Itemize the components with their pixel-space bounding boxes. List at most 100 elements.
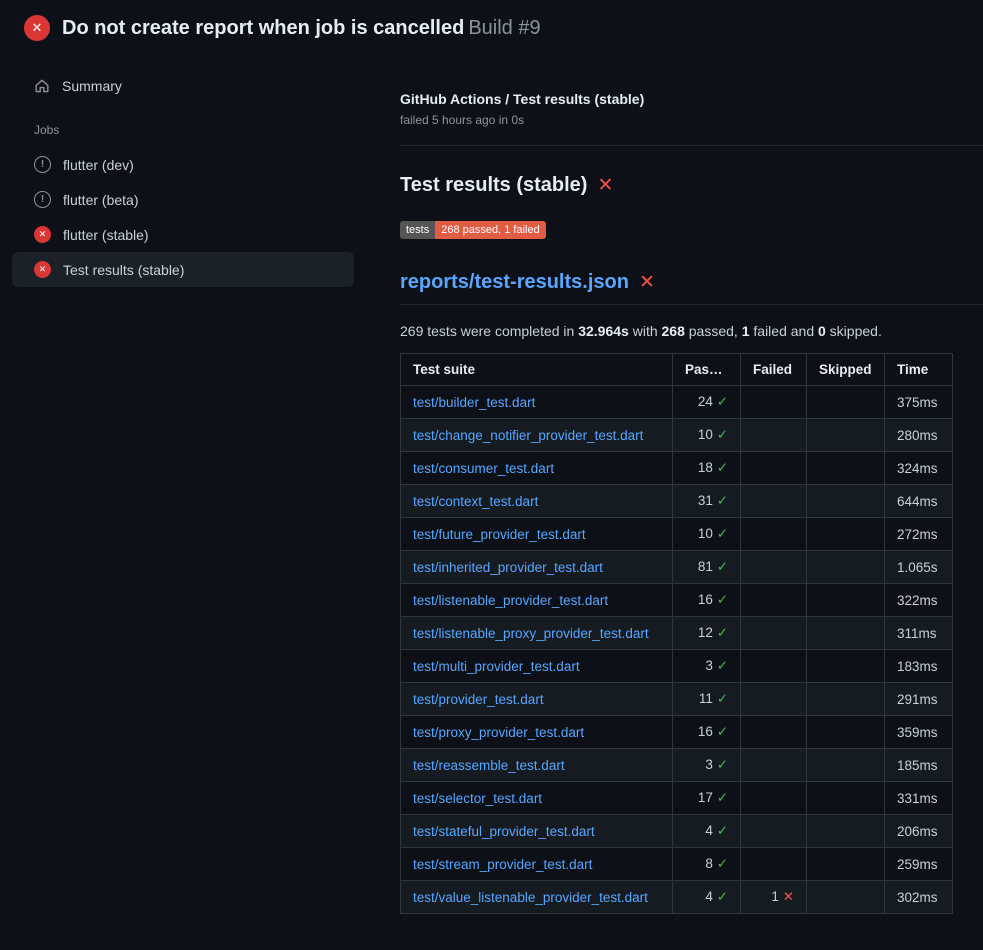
check-icon: ✓ (717, 724, 728, 739)
cell-failed (741, 485, 807, 518)
cell-time: 272ms (885, 518, 953, 551)
cell-test-suite: test/proxy_provider_test.dart (401, 716, 673, 749)
section-title-row: Test results (stable) ✕ (400, 174, 983, 197)
cell-time: 291ms (885, 683, 953, 716)
cell-failed (741, 782, 807, 815)
test-suite-link[interactable]: test/listenable_provider_test.dart (413, 593, 608, 608)
cell-skipped (807, 683, 885, 716)
test-suite-link[interactable]: test/multi_provider_test.dart (413, 659, 580, 674)
job-label: flutter (beta) (63, 192, 138, 208)
cell-skipped (807, 386, 885, 419)
table-row: test/proxy_provider_test.dart16 ✓359ms (401, 716, 953, 749)
test-suite-link[interactable]: test/reassemble_test.dart (413, 758, 565, 773)
test-suite-link[interactable]: test/provider_test.dart (413, 692, 544, 707)
cell-time: 183ms (885, 650, 953, 683)
badge-label: tests (400, 221, 435, 239)
failed-x-circle-icon: ✕ (24, 15, 50, 41)
count-value: 1 (771, 889, 782, 904)
run-header: ✕ Do not create report when job is cance… (0, 0, 983, 51)
sidebar-item-summary[interactable]: Summary (12, 69, 354, 103)
cell-skipped (807, 452, 885, 485)
failed-x-icon: ✕ (639, 273, 655, 292)
cell-skipped (807, 881, 885, 914)
table-row: test/selector_test.dart 17 ✓ 331ms (401, 782, 953, 815)
report-heading-row: reports/test-results.json ✕ (400, 271, 983, 305)
cell-passed: 17 ✓ (673, 782, 741, 815)
sidebar-item-job[interactable]: ✕flutter (stable) (12, 217, 354, 252)
check-icon: ✓ (717, 691, 728, 706)
check-icon: ✓ (717, 592, 728, 607)
count-value: 10 (698, 526, 717, 541)
cell-skipped (807, 419, 885, 452)
cell-passed: 10 ✓ (673, 518, 741, 551)
cell-test-suite: test/listenable_proxy_provider_test.dart (401, 617, 673, 650)
count-value: 3 (705, 658, 716, 673)
column-header-skipped: Skipped (807, 354, 885, 386)
cell-failed (741, 419, 807, 452)
cell-test-suite: test/inherited_provider_test.dart (401, 551, 673, 584)
test-suite-link[interactable]: test/stream_provider_test.dart (413, 857, 592, 872)
cell-test-suite: test/listenable_provider_test.dart (401, 584, 673, 617)
test-suite-link[interactable]: test/value_listenable_provider_test.dart (413, 890, 648, 905)
cell-failed (741, 848, 807, 881)
cell-time: 331ms (885, 782, 953, 815)
cell-test-suite: test/stateful_provider_test.dart (401, 815, 673, 848)
cell-failed (741, 452, 807, 485)
sidebar-summary-label: Summary (62, 78, 122, 94)
cell-passed: 31 ✓ (673, 485, 741, 518)
test-suite-link[interactable]: test/proxy_provider_test.dart (413, 725, 584, 740)
cell-failed (741, 386, 807, 419)
run-status-line: failed 5 hours ago in 0s (400, 113, 983, 127)
table-row: test/context_test.dart31 ✓644ms (401, 485, 953, 518)
report-file-link[interactable]: reports/test-results.json (400, 271, 629, 294)
tests-badge: tests 268 passed, 1 failed (400, 221, 546, 239)
test-summary-line: 269 tests were completed in 32.964s with… (400, 323, 983, 339)
count-value: 24 (698, 394, 717, 409)
job-label: flutter (stable) (63, 227, 149, 243)
count-value: 12 (698, 625, 717, 640)
test-suite-link[interactable]: test/change_notifier_provider_test.dart (413, 428, 643, 443)
check-icon: ✓ (717, 757, 728, 772)
check-icon: ✓ (717, 493, 728, 508)
test-suite-link[interactable]: test/stateful_provider_test.dart (413, 824, 595, 839)
main-content: GitHub Actions / Test results (stable) f… (390, 51, 983, 914)
check-icon: ✓ (717, 658, 728, 673)
sidebar-item-job[interactable]: ✕ Test results (stable) (12, 252, 354, 287)
cell-skipped (807, 650, 885, 683)
job-label: Test results (stable) (63, 262, 184, 278)
cell-passed: 81 ✓ (673, 551, 741, 584)
count-value: 4 (705, 823, 716, 838)
run-build-number: Build #9 (468, 17, 540, 40)
sidebar-item-job[interactable]: !flutter (dev) (12, 147, 354, 182)
cross-icon: ✕ (783, 889, 794, 904)
column-header-test-suite: Test suite (401, 354, 673, 386)
cell-skipped (807, 716, 885, 749)
check-icon: ✓ (717, 625, 728, 640)
cell-passed: 16 ✓ (673, 716, 741, 749)
table-row: test/change_notifier_provider_test.dart 1… (401, 419, 953, 452)
count-value: 10 (698, 427, 717, 442)
test-suite-link[interactable]: test/listenable_proxy_provider_test.dart (413, 626, 649, 641)
test-suite-link[interactable]: test/context_test.dart (413, 494, 538, 509)
failed-x-circle-icon: ✕ (34, 261, 51, 278)
count-value: 11 (699, 691, 717, 706)
test-suite-link[interactable]: test/inherited_provider_test.dart (413, 560, 603, 575)
cell-passed: 18 ✓ (673, 452, 741, 485)
test-suite-link[interactable]: test/consumer_test.dart (413, 461, 554, 476)
summary-failed-count: 1 (742, 323, 750, 339)
table-row: test/provider_test.dart 11 ✓ 291ms (401, 683, 953, 716)
table-row: test/future_provider_test.dart 10 ✓ 272ms (401, 518, 953, 551)
test-suite-link[interactable]: test/future_provider_test.dart (413, 527, 586, 542)
count-value: 18 (698, 460, 717, 475)
cell-passed: 10 ✓ (673, 419, 741, 452)
test-suite-link[interactable]: test/builder_test.dart (413, 395, 535, 410)
table-row: test/consumer_test.dart18 ✓324ms (401, 452, 953, 485)
column-header-time: Time (885, 354, 953, 386)
sidebar-item-job[interactable]: !flutter (beta) (12, 182, 354, 217)
cell-time: 311ms (885, 617, 953, 650)
cell-skipped (807, 551, 885, 584)
check-icon: ✓ (717, 394, 728, 409)
test-suite-link[interactable]: test/selector_test.dart (413, 791, 542, 806)
summary-text: skipped. (826, 323, 882, 339)
check-icon: ✓ (717, 889, 728, 904)
